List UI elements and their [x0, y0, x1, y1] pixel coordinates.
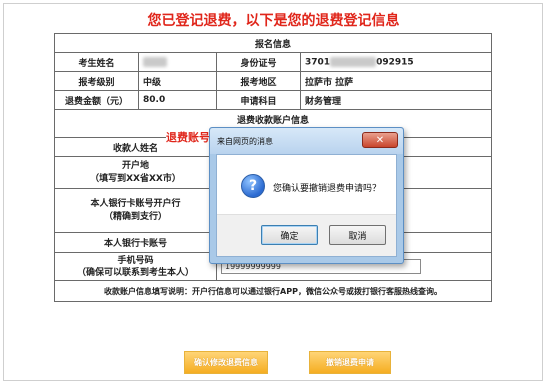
blurred-name [143, 56, 167, 67]
branch-label: 本人银行卡账号开户行 （精确到支行） [54, 188, 217, 233]
subject-label: 申请科目 [215, 90, 302, 110]
confirm-modify-button[interactable]: 确认修改退费信息 [184, 351, 268, 374]
amount-label: 退费金额（元） [54, 90, 139, 110]
dialog-cancel-button[interactable]: 取消 [329, 225, 386, 245]
blurred-id [330, 56, 377, 67]
dialog-footer: 确定 取消 [217, 214, 396, 256]
name-label: 考生姓名 [54, 52, 139, 72]
refund-account-note: 退费账号 [166, 129, 210, 145]
name-value [138, 52, 217, 72]
phone-label: 手机号码 （确保可以联系到考生本人） [54, 252, 217, 281]
dialog-ok-button[interactable]: 确定 [261, 225, 318, 245]
region-value: 拉萨市 拉萨 [300, 71, 492, 91]
confirm-dialog: 来自网页的消息 ✕ ? 您确认要撤销退费申请吗？ 确定 取消 [209, 127, 404, 264]
id-label: 身份证号 [215, 52, 302, 72]
dialog-message: 您确认要撤销退费申请吗？ [273, 184, 382, 194]
dialog-close-button[interactable]: ✕ [362, 132, 398, 148]
dialog-body: ? 您确认要撤销退费申请吗？ 确定 取消 [216, 154, 397, 257]
dialog-title: 来自网页的消息 [217, 137, 273, 146]
amount-value: 80.0 [138, 90, 217, 110]
card-label: 本人银行卡账号 [54, 232, 217, 253]
level-value: 中级 [138, 71, 217, 91]
region-label: 报考地区 [215, 71, 302, 91]
subject-value: 财务管理 [300, 90, 492, 110]
footer-note: 收款账户信息填写说明：开户行信息可以通过银行APP，微信公众号或拨打银行客服热线… [54, 280, 492, 302]
question-icon: ? [241, 174, 265, 198]
close-icon: ✕ [375, 134, 385, 146]
cancel-refund-button[interactable]: 撤销退费申请 [309, 351, 391, 374]
bank-place-label: 开户地 （填写到XX省XX市） [54, 156, 217, 189]
page-title: 您已登记退费，以下是您的退费登记信息 [147, 13, 400, 29]
id-value: 3701 092915 [300, 52, 492, 72]
level-label: 报考级别 [54, 71, 139, 91]
registration-section-title: 报名信息 [54, 33, 492, 53]
dialog-titlebar[interactable]: 来自网页的消息 ✕ [210, 128, 403, 154]
